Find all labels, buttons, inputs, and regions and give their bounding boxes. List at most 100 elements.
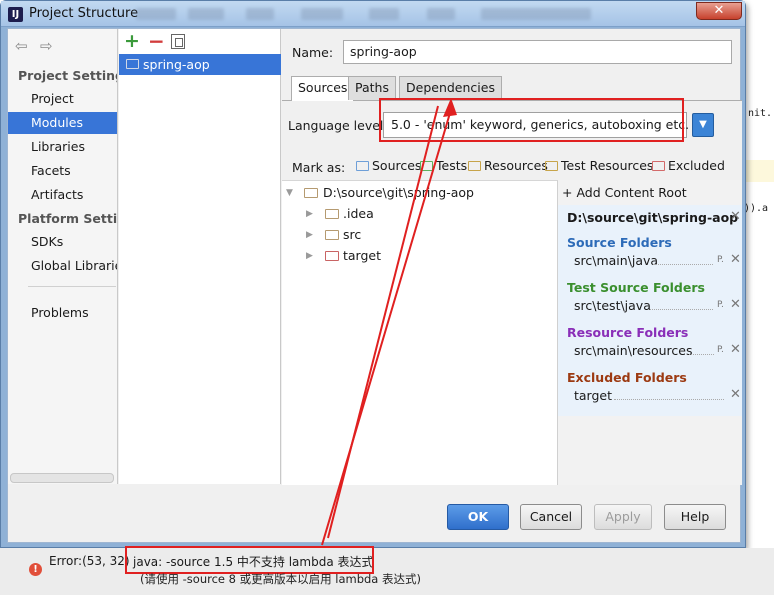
- sources-folder-icon: [356, 161, 369, 171]
- mark-as-label: Mark as:: [292, 160, 346, 175]
- content-root-details: D:\source\git\spring-aop ✕ Source Folder…: [558, 205, 742, 416]
- mark-excluded-button[interactable]: Excluded: [652, 158, 725, 176]
- source-folders-header: Source Folders: [567, 235, 672, 250]
- mark-excluded-label: Excluded: [668, 158, 725, 173]
- remove-folder-icon[interactable]: ✕: [730, 387, 741, 402]
- dotted-leader: [689, 354, 714, 355]
- module-editor-panel: Name: spring-aop Sources Paths Dependenc…: [282, 29, 742, 485]
- remove-root-icon[interactable]: ✕: [730, 209, 741, 224]
- resource-folder-path: src\main\resources: [574, 343, 693, 358]
- code-fragment: nit.: [748, 108, 773, 119]
- tab-dependencies[interactable]: Dependencies: [399, 76, 502, 100]
- nav-separator: [28, 286, 116, 287]
- excluded-folder-path: target: [574, 388, 613, 403]
- tree-row[interactable]: ▶ .idea: [282, 204, 558, 224]
- back-arrow-icon[interactable]: ⇦: [15, 37, 28, 55]
- package-prefix-icon[interactable]: P.: [717, 255, 724, 265]
- resource-folders-header: Resource Folders: [567, 325, 689, 340]
- project-structure-dialog: IJ Project Structure ✕ ⇦ ⇨ Project Setti…: [0, 0, 746, 548]
- dotted-leader: [614, 399, 724, 400]
- language-level-label: Language level:: [288, 118, 388, 133]
- mark-sources-label: Sources: [372, 158, 422, 173]
- error-location[interactable]: Error:(53, 32): [49, 554, 130, 568]
- horizontal-scrollbar[interactable]: [10, 473, 114, 483]
- nav-item-facets[interactable]: Facets: [8, 160, 117, 182]
- content-root-path: D:\source\git\spring-aop: [567, 210, 739, 225]
- blurred-tab: [188, 8, 224, 20]
- folder-icon: [325, 209, 339, 219]
- blurred-tab: [301, 8, 343, 20]
- help-button[interactable]: Help: [664, 504, 726, 530]
- blurred-tab: [481, 8, 591, 20]
- intellij-icon: IJ: [8, 7, 23, 22]
- dropdown-arrow-icon[interactable]: ▼: [692, 113, 714, 137]
- dotted-leader: [653, 264, 713, 265]
- code-fragment: )).a: [744, 203, 769, 214]
- tree-row[interactable]: ▶ src: [282, 225, 558, 245]
- folder-icon: [304, 188, 318, 198]
- tree-item-label: .idea: [343, 206, 374, 221]
- remove-icon[interactable]: −: [148, 29, 165, 53]
- source-folder-path: src\main\java: [574, 253, 659, 268]
- remove-folder-icon[interactable]: ✕: [730, 342, 741, 357]
- mark-resources-label: Resources: [484, 158, 548, 173]
- blurred-tab: [136, 8, 176, 20]
- nav-item-modules[interactable]: Modules: [8, 112, 117, 134]
- nav-item-sdks[interactable]: SDKs: [8, 231, 117, 253]
- window-title: Project Structure: [29, 6, 139, 21]
- nav-item-libraries[interactable]: Libraries: [8, 136, 117, 158]
- nav-item-artifacts[interactable]: Artifacts: [8, 184, 117, 206]
- remove-folder-icon[interactable]: ✕: [730, 297, 741, 312]
- cancel-button[interactable]: Cancel: [520, 504, 582, 530]
- tree-root-row[interactable]: ▼ D:\source\git\spring-aop: [282, 183, 558, 203]
- nav-item-global-libraries[interactable]: Global Libraries: [8, 255, 117, 277]
- collapse-arrow-icon[interactable]: ▼: [286, 183, 293, 203]
- package-prefix-icon[interactable]: P.: [717, 300, 724, 310]
- blurred-tab: [427, 8, 455, 20]
- expand-arrow-icon[interactable]: ▶: [306, 204, 313, 224]
- tab-sources[interactable]: Sources: [291, 76, 355, 101]
- nav-item-problems[interactable]: Problems: [8, 302, 117, 324]
- test-resources-folder-icon: [545, 161, 558, 171]
- mark-resources-button[interactable]: Resources: [468, 158, 548, 176]
- test-source-folder-path: src\test\java: [574, 298, 651, 313]
- project-settings-header: Project Settings: [18, 68, 117, 83]
- mark-tests-label: Tests: [436, 158, 468, 173]
- platform-settings-header: Platform Settings: [18, 211, 118, 226]
- nav-item-project[interactable]: Project: [8, 88, 117, 110]
- tree-row[interactable]: ▶ target: [282, 246, 558, 266]
- folder-tree: ▼ D:\source\git\spring-aop ▶ .idea ▶ src…: [282, 180, 558, 485]
- add-icon[interactable]: +: [124, 30, 140, 52]
- remove-folder-icon[interactable]: ✕: [730, 252, 741, 267]
- error-icon: !: [29, 563, 42, 576]
- close-button[interactable]: ✕: [696, 2, 742, 20]
- module-folder-icon: [126, 59, 139, 69]
- mark-tests-button[interactable]: Tests: [420, 158, 467, 176]
- excluded-folder-icon: [325, 251, 339, 261]
- resources-folder-icon: [468, 161, 481, 171]
- expand-arrow-icon[interactable]: ▶: [306, 246, 313, 266]
- annotation-highlight-box: [379, 98, 684, 142]
- apply-button[interactable]: Apply: [594, 504, 652, 530]
- expand-arrow-icon[interactable]: ▶: [306, 225, 313, 245]
- dotted-leader: [648, 309, 713, 310]
- tree-item-label: target: [343, 248, 382, 263]
- mark-test-resources-button[interactable]: Test Resources: [545, 158, 653, 176]
- module-name-input[interactable]: spring-aop: [343, 40, 732, 64]
- settings-nav: ⇦ ⇨ Project Settings Project Modules Lib…: [8, 29, 118, 484]
- package-prefix-icon[interactable]: P.: [717, 345, 724, 355]
- tests-folder-icon: [420, 161, 433, 171]
- blurred-tab: [369, 8, 399, 20]
- add-content-root-button[interactable]: + Add Content Root: [562, 185, 687, 200]
- title-bar[interactable]: IJ Project Structure ✕: [1, 1, 745, 27]
- error-hint: (请使用 -source 8 或更高版本以启用 lambda 表达式): [140, 572, 421, 586]
- ok-button[interactable]: OK: [447, 504, 509, 530]
- module-list-item[interactable]: spring-aop: [119, 54, 281, 75]
- tree-item-label: src: [343, 227, 362, 242]
- forward-arrow-icon[interactable]: ⇨: [40, 37, 53, 55]
- copy-icon[interactable]: [171, 34, 185, 49]
- tab-paths[interactable]: Paths: [348, 76, 396, 100]
- dialog-content: ⇦ ⇨ Project Settings Project Modules Lib…: [7, 28, 742, 543]
- mark-sources-button[interactable]: Sources: [356, 158, 421, 176]
- test-source-folders-header: Test Source Folders: [567, 280, 705, 295]
